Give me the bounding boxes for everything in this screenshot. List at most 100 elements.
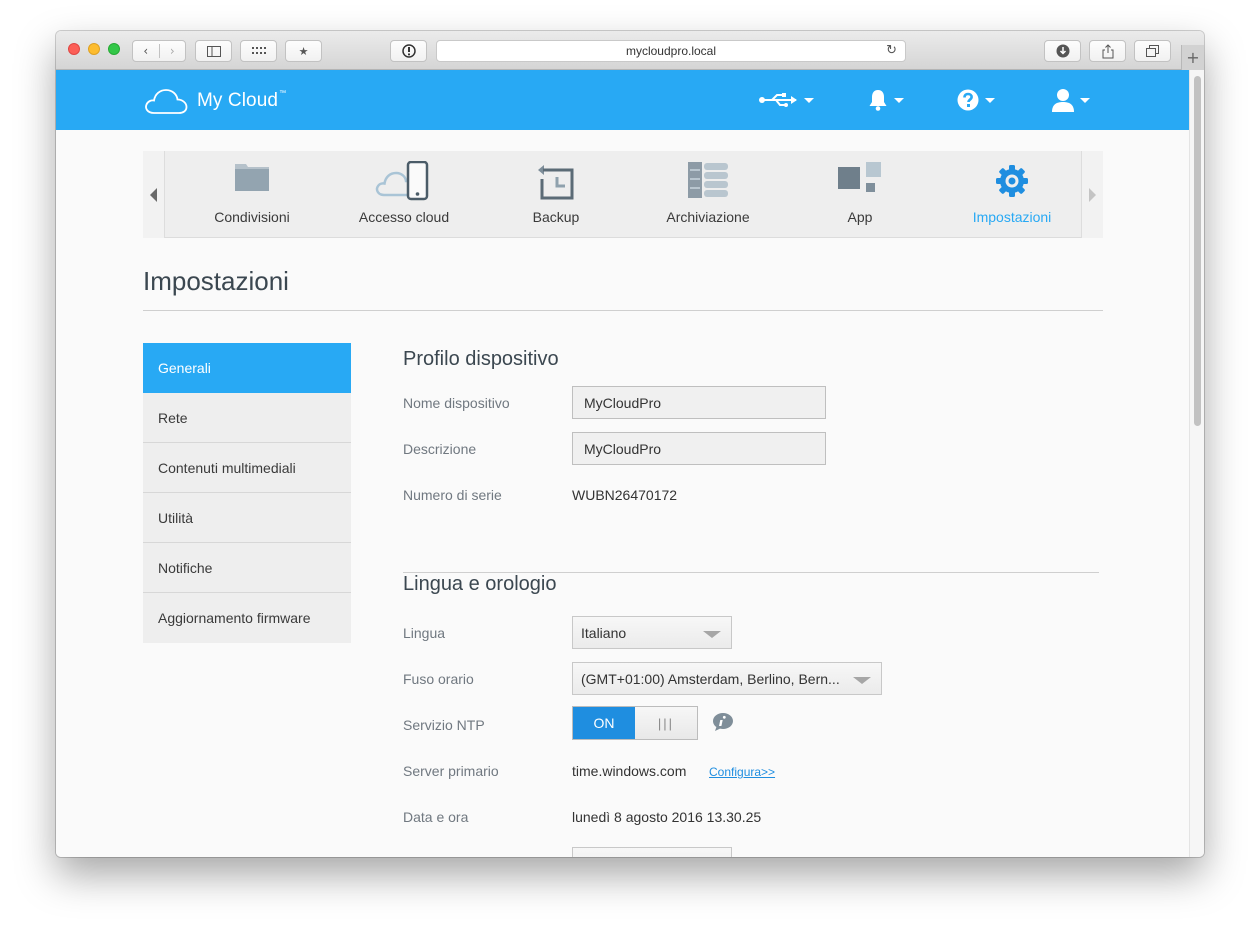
app-header: My Cloud™	[56, 70, 1189, 130]
nav-scroll-right-button[interactable]	[1081, 151, 1103, 238]
close-window-button[interactable]	[68, 43, 80, 55]
nav-label: Archiviazione	[666, 209, 750, 225]
maximize-window-button[interactable]	[108, 43, 120, 55]
ntp-toggle[interactable]: ON |||	[572, 706, 698, 740]
timezone-label: Fuso orario	[403, 671, 474, 687]
user-icon	[1052, 89, 1074, 112]
forward-icon[interactable]: ›	[160, 44, 186, 58]
nav-label: Impostazioni	[972, 209, 1052, 225]
divider	[143, 310, 1103, 311]
scrollbar-thumb[interactable]	[1194, 76, 1201, 426]
star-icon: ★	[298, 44, 309, 58]
url-text: mycloudpro.local	[625, 44, 717, 58]
datetime-label: Data e ora	[403, 809, 469, 825]
chevron-down-icon	[804, 97, 814, 103]
user-menu[interactable]	[1052, 87, 1090, 113]
description-label: Descrizione	[403, 441, 477, 457]
partially-visible-select[interactable]	[572, 847, 732, 857]
device-name-label: Nome dispositivo	[403, 395, 510, 411]
reload-icon[interactable]: ↻	[886, 43, 897, 58]
page-title: Impostazioni	[143, 266, 289, 296]
description-input[interactable]	[572, 432, 826, 465]
primary-server-value: time.windows.com	[572, 763, 687, 779]
serial-number-value: WUBN26470172	[572, 487, 678, 503]
page-viewport: My Cloud™ Condivisioni Accesso cloud Bac…	[56, 70, 1189, 857]
download-icon	[1056, 44, 1069, 58]
bell-icon	[869, 90, 887, 111]
language-value: Italiano	[581, 624, 627, 641]
cloud-phone-icon	[375, 161, 429, 201]
bookmarks-button[interactable]: ★	[285, 40, 322, 62]
nav-label: App	[847, 209, 873, 225]
section-title-language-clock: Lingua e orologio	[403, 573, 557, 595]
toggle-on-state: ON	[573, 707, 635, 739]
back-icon[interactable]: ‹	[133, 44, 160, 58]
downloads-button[interactable]	[1044, 40, 1081, 62]
side-item-utilita[interactable]: Utilità	[143, 493, 351, 543]
language-select[interactable]: Italiano	[572, 616, 732, 649]
cloud-logo-icon	[145, 89, 188, 114]
address-bar[interactable]: mycloudpro.local ↻	[436, 40, 906, 62]
side-item-aggiornamento-firmware[interactable]: Aggiornamento firmware	[143, 593, 351, 643]
notifications-menu[interactable]	[868, 87, 904, 113]
app-logo[interactable]: My Cloud™	[144, 87, 286, 115]
side-item-contenuti-multimediali[interactable]: Contenuti multimediali	[143, 443, 351, 493]
info-icon[interactable]	[712, 712, 734, 737]
folder-icon	[235, 164, 269, 191]
nav-item-backup[interactable]: Backup	[480, 151, 632, 238]
chevron-down-icon	[703, 631, 721, 638]
help-menu[interactable]	[957, 87, 995, 113]
usb-icon	[759, 93, 797, 107]
nav-item-impostazioni[interactable]: Impostazioni	[936, 151, 1088, 238]
device-name-input[interactable]	[572, 386, 826, 419]
browser-toolbar: ‹ › ★ mycloudpro.local ↻ +	[56, 31, 1204, 70]
nav-item-accesso-cloud[interactable]: Accesso cloud	[328, 151, 480, 238]
app-brand: My Cloud™	[197, 90, 286, 112]
side-item-notifiche[interactable]: Notifiche	[143, 543, 351, 593]
settings-side-menu: Generali Rete Contenuti multimediali Uti…	[143, 343, 351, 643]
language-label: Lingua	[403, 625, 446, 641]
tab-overview-button[interactable]	[1134, 40, 1171, 62]
timezone-value: (GMT+01:00) Amsterdam, Berlino, Bern...	[581, 670, 840, 687]
help-icon	[957, 89, 979, 111]
info-circle-icon	[401, 44, 416, 58]
nav-label: Accesso cloud	[358, 209, 450, 225]
side-item-rete[interactable]: Rete	[143, 393, 351, 443]
usb-menu[interactable]	[758, 87, 814, 113]
arrow-left-icon	[150, 187, 157, 202]
nav-item-archiviazione[interactable]: Archiviazione	[632, 151, 784, 238]
grid-icon	[251, 47, 266, 54]
toggle-handle: |||	[635, 707, 697, 739]
nav-item-app[interactable]: App	[784, 151, 936, 238]
nav-scroll-left-button[interactable]	[143, 151, 165, 238]
storage-icon	[688, 162, 728, 198]
timezone-select[interactable]: (GMT+01:00) Amsterdam, Berlino, Bern...	[572, 662, 882, 695]
chevron-down-icon	[853, 677, 871, 684]
nav-label: Backup	[532, 209, 580, 225]
top-sites-button[interactable]	[240, 40, 277, 62]
section-title-profile: Profilo dispositivo	[403, 348, 559, 370]
share-button[interactable]	[1089, 40, 1126, 62]
brand-trademark: ™	[279, 90, 287, 97]
sidebar-toggle-button[interactable]	[195, 40, 232, 62]
tabs-icon	[1146, 45, 1159, 57]
page-scrollbar[interactable]	[1189, 70, 1204, 857]
reader-button[interactable]	[390, 40, 427, 62]
chevron-down-icon	[894, 97, 904, 103]
backup-icon	[538, 165, 574, 200]
ntp-service-label: Servizio NTP	[403, 717, 485, 733]
plus-icon: +	[1186, 48, 1200, 67]
configure-link[interactable]: Configura>>	[709, 765, 775, 779]
new-tab-button[interactable]: +	[1181, 45, 1204, 70]
history-nav-group: ‹ ›	[132, 40, 186, 62]
apps-icon	[838, 162, 881, 192]
side-item-generali[interactable]: Generali	[143, 343, 351, 393]
primary-server-label: Server primario	[403, 763, 499, 779]
minimize-window-button[interactable]	[88, 43, 100, 55]
nav-item-condivisioni[interactable]: Condivisioni	[176, 151, 328, 238]
nav-label: Condivisioni	[214, 209, 290, 225]
share-icon	[1102, 43, 1113, 58]
brand-text: My Cloud	[197, 90, 279, 111]
chevron-down-icon	[1080, 97, 1090, 103]
serial-number-label: Numero di serie	[403, 487, 502, 503]
